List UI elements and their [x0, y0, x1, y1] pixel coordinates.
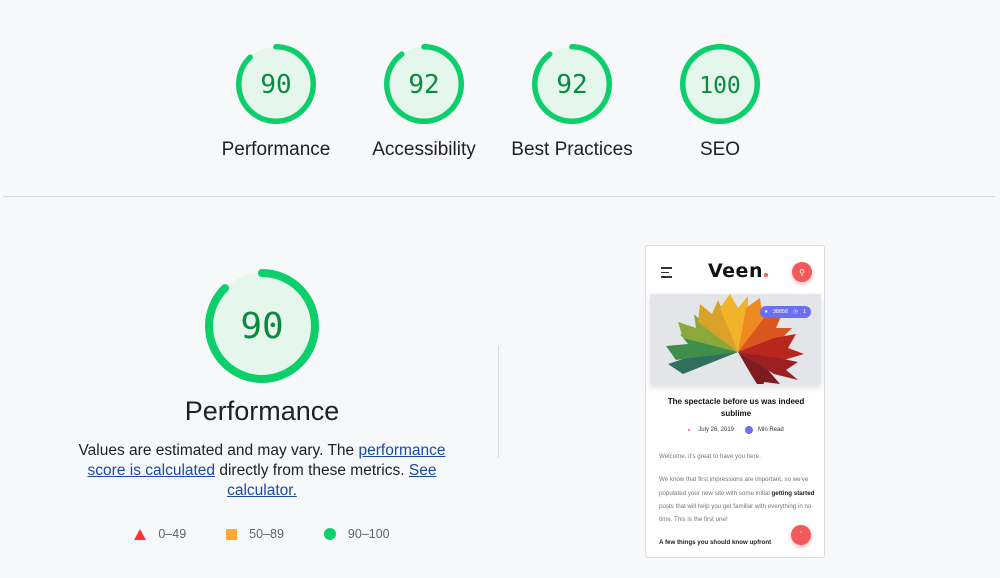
- final-screenshot[interactable]: Veen ⚲ ● 38856 ◷ 1 The spectacle before us…: [645, 245, 825, 558]
- hero-image: ● 38856 ◷ 1: [650, 294, 821, 384]
- bullet-icon: [688, 429, 691, 431]
- post-title: The spectacle before us was indeed subli…: [667, 397, 805, 418]
- gauge-label: SEO: [699, 139, 741, 160]
- logo-dot: [763, 273, 768, 277]
- legend-range: 90–100: [347, 527, 390, 541]
- score-legend: 0–49 50–89 90–100: [60, 527, 464, 541]
- gauge-best-practices[interactable]: 92 Best Practices: [498, 43, 646, 161]
- text: posts that will help you get familiar wi…: [659, 502, 812, 524]
- performance-gauge-large: 90: [205, 269, 319, 383]
- views-icon: ●: [764, 309, 768, 315]
- clock-icon: ◷: [793, 309, 798, 315]
- bold-text: getting started: [771, 489, 815, 497]
- gauge-score: 100: [699, 73, 741, 99]
- legend-average: 50–89: [226, 527, 284, 541]
- legend-range: 0–49: [158, 527, 187, 541]
- desc-text: directly from these metrics.: [215, 462, 409, 479]
- gauge-ring: 92: [384, 44, 464, 124]
- post-meta: July 26, 2019 Min Read: [656, 426, 816, 434]
- gauge-score: 90: [260, 70, 291, 100]
- section-divider: [3, 196, 995, 197]
- performance-title: Performance: [184, 396, 340, 426]
- gauge-score: 90: [240, 306, 283, 347]
- gauge-label: Best Practices: [511, 139, 633, 160]
- performance-summary: 90 Performance Values are estimated and …: [60, 268, 464, 541]
- read-time: 1: [802, 309, 806, 315]
- gauge-accessibility[interactable]: 92 Accessibility: [350, 43, 498, 161]
- site-logo: Veen: [708, 260, 768, 282]
- gauge-label: Performance: [221, 139, 331, 160]
- gauge-performance[interactable]: 90 Performance: [202, 43, 350, 161]
- post-stats-badge: ● 38856 ◷ 1: [759, 306, 811, 318]
- search-icon: ⚲: [792, 262, 812, 282]
- gauge-score: 92: [408, 70, 439, 100]
- views-count: 38856: [772, 309, 789, 315]
- post-date: July 26, 2019: [698, 427, 734, 433]
- site-header: Veen ⚲: [646, 246, 824, 294]
- gauge-seo[interactable]: 100 SEO: [646, 43, 794, 161]
- gauge-label: Accessibility: [372, 139, 476, 160]
- paragraph: We know that first impressions are impor…: [659, 473, 817, 526]
- gauge-ring: 100: [680, 44, 760, 124]
- vertical-divider: [498, 346, 499, 458]
- triangle-icon: [134, 528, 147, 540]
- paragraph: Welcome, it's great to have you here.: [659, 453, 761, 460]
- legend-range: 50–89: [249, 527, 284, 541]
- logo-text: Veen: [708, 260, 763, 282]
- square-icon: [226, 528, 238, 540]
- read-label: Min Read: [758, 427, 784, 433]
- gauge-score: 92: [556, 70, 587, 100]
- circle-icon: [323, 528, 336, 540]
- read-time-icon: [745, 426, 753, 434]
- menu-icon: [661, 267, 672, 281]
- performance-description: Values are estimated and may vary. The p…: [60, 441, 464, 501]
- desc-text: Values are estimated and may vary. The: [78, 442, 359, 459]
- gauge-ring: 92: [532, 44, 612, 124]
- legend-fail: 0–49: [134, 527, 186, 541]
- category-scores: 90 Performance 92 Accessibility 92 Best …: [0, 0, 1000, 196]
- scroll-top-icon: ˆ: [791, 525, 811, 545]
- gauge-ring: 90: [236, 44, 316, 124]
- legend-pass: 90–100: [323, 527, 390, 541]
